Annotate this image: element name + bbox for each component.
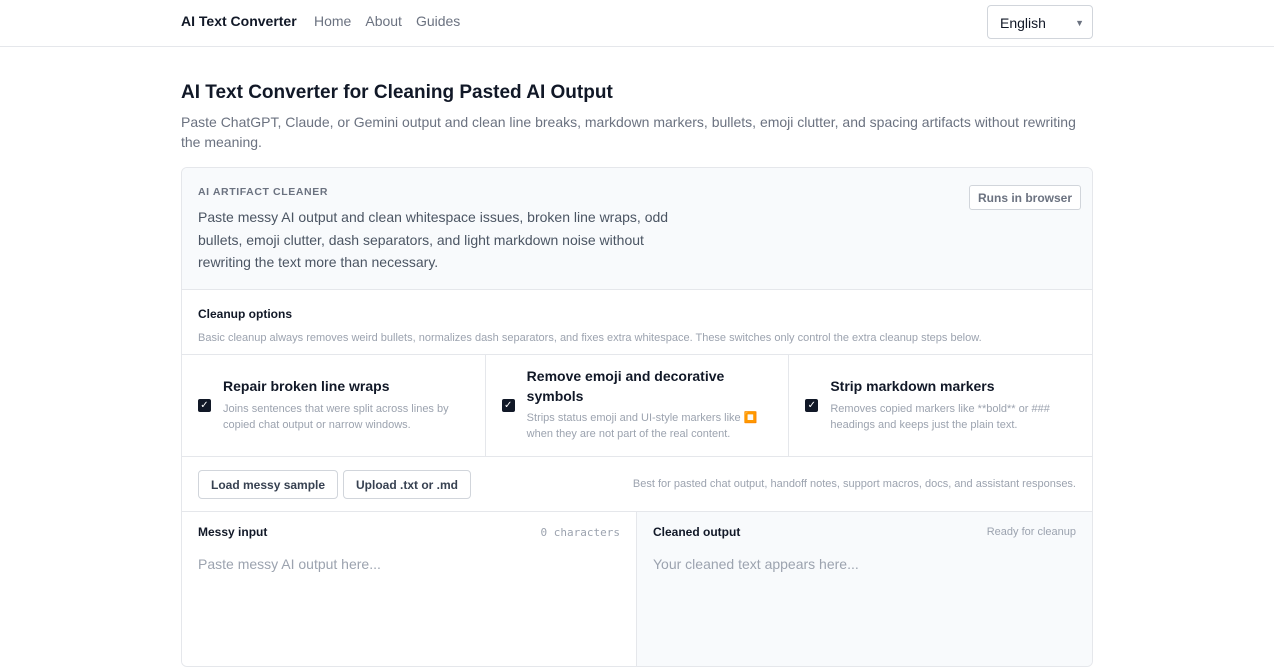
option-label: Strip markdown markers bbox=[830, 378, 995, 394]
page-title: AI Text Converter for Cleaning Pasted AI… bbox=[181, 82, 613, 103]
language-select-value: English bbox=[1000, 15, 1046, 31]
cleaned-output-label: Cleaned output bbox=[653, 525, 741, 539]
option-repair-line-wraps[interactable]: ✓ Repair broken line wraps Joins sentenc… bbox=[182, 355, 486, 456]
messy-input-textarea[interactable]: Paste messy AI output here... bbox=[198, 556, 381, 572]
cleaned-output-textarea[interactable]: Your cleaned text appears here... bbox=[653, 556, 859, 572]
runs-in-browser-badge: Runs in browser bbox=[969, 185, 1082, 210]
cleanup-options-title: Cleanup options bbox=[198, 307, 292, 321]
cleaner-eyebrow: AI ARTIFACT CLEANER bbox=[198, 186, 329, 198]
checkbox-remove-emoji[interactable]: ✓ bbox=[501, 399, 515, 412]
cleaned-output-pane: Cleaned output Ready for cleanup Your cl… bbox=[637, 512, 1092, 666]
top-navigation-bar: AI Text Converter Home About Guides Engl… bbox=[0, 0, 1274, 47]
checkbox-strip-markdown[interactable]: ✓ bbox=[805, 399, 819, 412]
option-strip-markdown[interactable]: ✓ Strip markdown markers Removes copied … bbox=[789, 355, 1092, 456]
load-sample-button[interactable]: Load messy sample bbox=[198, 470, 339, 499]
option-label: Repair broken line wraps bbox=[223, 378, 390, 394]
upload-file-button[interactable]: Upload .txt or .md bbox=[343, 470, 471, 499]
cleanup-options-subtitle: Basic cleanup always removes weird bulle… bbox=[198, 332, 982, 344]
option-remove-emoji[interactable]: ✓ Remove emoji and decorative symbols St… bbox=[486, 355, 790, 456]
output-status: Ready for cleanup bbox=[986, 526, 1076, 538]
cleaner-card-header: AI ARTIFACT CLEANER Paste messy AI outpu… bbox=[182, 168, 1092, 290]
messy-input-label: Messy input bbox=[198, 525, 268, 539]
checkbox-repair-line-wraps[interactable]: ✓ bbox=[198, 399, 211, 412]
nav-link-guides[interactable]: Guides bbox=[416, 13, 460, 29]
cleaner-card: AI ARTIFACT CLEANER Paste messy AI outpu… bbox=[181, 167, 1093, 667]
language-select[interactable]: English ▼ bbox=[987, 5, 1093, 39]
cleanup-options-grid: ✓ Repair broken line wraps Joins sentenc… bbox=[182, 354, 1092, 457]
chevron-down-icon: ▼ bbox=[1075, 18, 1084, 28]
character-count: 0 characters bbox=[540, 526, 620, 539]
cleaner-description: Paste messy AI output and clean whitespa… bbox=[198, 209, 669, 270]
brand-logo-text[interactable]: AI Text Converter bbox=[181, 13, 297, 29]
nav-link-home[interactable]: Home bbox=[314, 13, 351, 29]
option-description: Strips status emoji and UI-style markers… bbox=[526, 412, 758, 440]
option-description: Joins sentences that were split across l… bbox=[223, 403, 449, 431]
option-description: Removes copied markers like **bold** or … bbox=[830, 403, 1050, 431]
main-nav: Home About Guides bbox=[314, 13, 474, 29]
messy-input-pane: Messy input 0 characters Paste messy AI … bbox=[182, 512, 637, 666]
page-subtitle: Paste ChatGPT, Claude, or Gemini output … bbox=[181, 114, 1076, 150]
option-label: Remove emoji and decorative symbols bbox=[526, 368, 725, 404]
nav-link-about[interactable]: About bbox=[365, 13, 402, 29]
usage-hint: Best for pasted chat output, handoff not… bbox=[632, 478, 1076, 490]
actions-bar: Load messy sample Upload .txt or .md Bes… bbox=[182, 457, 1092, 512]
